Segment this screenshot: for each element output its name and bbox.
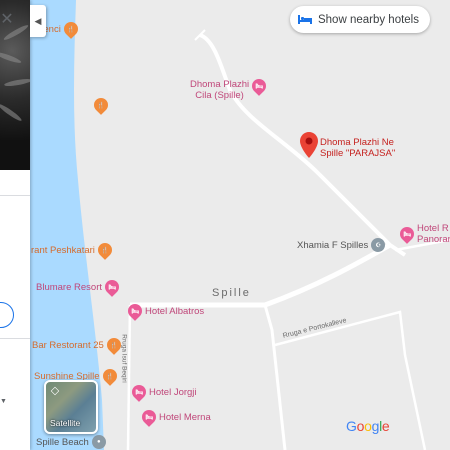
place-details-panel: ✕ ▼ bbox=[0, 0, 30, 450]
hotel-icon: 🛏 bbox=[102, 277, 122, 297]
place-bar-restorant-25[interactable]: Bar Restorant 25 🍴 bbox=[32, 335, 124, 355]
google-logo-letter: o bbox=[356, 418, 365, 434]
side-road bbox=[126, 304, 132, 450]
street-label-isuf-beqiri: Rruga Isuf Beqiri bbox=[120, 334, 128, 383]
restaurant-icon: 🍴 bbox=[95, 240, 115, 260]
restaurant-icon: 🍴 bbox=[99, 366, 120, 386]
place-spille-beach[interactable]: Spille Beach ● bbox=[36, 435, 106, 449]
google-logo-letter: e bbox=[381, 418, 390, 434]
place-label: Bar Restorant 25 bbox=[32, 339, 104, 351]
place-label: rant Peshkatari bbox=[31, 244, 95, 256]
place-label: Hotel Albatros bbox=[145, 305, 205, 317]
close-icon[interactable]: ✕ bbox=[0, 10, 14, 30]
satellite-label: Satellite bbox=[50, 418, 81, 428]
place-label: Spille Beach bbox=[36, 436, 89, 448]
collapse-panel-button[interactable]: ◀ bbox=[30, 5, 46, 37]
selected-place-label[interactable]: Dhoma Plazhi Ne Spille "PARAJSA" bbox=[320, 137, 395, 159]
hotel-icon: 🛏 bbox=[397, 224, 417, 244]
google-logo-letter: G bbox=[346, 418, 357, 434]
place-label: Hotel R Panoran bbox=[417, 223, 450, 245]
place-peshkatari[interactable]: rant Peshkatari 🍴 bbox=[31, 240, 115, 260]
place-hotel-jorgji[interactable]: 🛏 Hotel Jorgji bbox=[129, 382, 197, 402]
place-label: Dhoma Plazhi Cila (Spille) bbox=[190, 79, 250, 101]
chevron-down-icon[interactable]: ▼ bbox=[0, 398, 8, 410]
place-label: Hotel Merna bbox=[159, 411, 211, 423]
place-hotel-albatros[interactable]: 🛏 Hotel Albatros bbox=[125, 301, 205, 321]
place-xhamia-spilles[interactable]: Xhamia F Spilles ☪ bbox=[297, 238, 386, 252]
place-hotel-panorama[interactable]: 🛏 Hotel R Panoran bbox=[397, 223, 450, 245]
place-hotel-merna[interactable]: 🛏 Hotel Merna bbox=[139, 407, 211, 427]
panel-divider bbox=[0, 338, 30, 339]
nearby-label: Show nearby hotels bbox=[317, 13, 419, 26]
restaurant-icon: 🍴 bbox=[60, 19, 81, 39]
restaurant-icon: 🍴 bbox=[103, 335, 124, 355]
selected-place-pin[interactable] bbox=[300, 132, 318, 158]
google-logo: Google bbox=[346, 418, 390, 434]
hotel-icon: 🛏 bbox=[139, 407, 159, 427]
show-nearby-hotels-button[interactable]: Show nearby hotels bbox=[289, 6, 430, 33]
hotel-icon: 🛏 bbox=[125, 301, 145, 321]
hotel-icon: 🛏 bbox=[129, 382, 149, 402]
place-label: Xhamia F Spilles bbox=[297, 239, 369, 251]
panel-divider bbox=[0, 195, 30, 196]
main-road-to-spille bbox=[130, 242, 392, 308]
google-logo-letter: g bbox=[371, 418, 380, 434]
layers-icon bbox=[50, 386, 60, 396]
area-label-spille: Spille bbox=[212, 287, 251, 299]
place-label: Blumare Resort bbox=[36, 281, 102, 293]
satellite-layer-button[interactable]: Satellite bbox=[44, 380, 98, 434]
mosque-icon: ☪ bbox=[371, 238, 386, 252]
village-road-south bbox=[263, 304, 287, 450]
hotel-icon: 🛏 bbox=[249, 76, 270, 96]
bed-icon bbox=[297, 15, 312, 24]
place-blumare-resort[interactable]: Blumare Resort 🛏 bbox=[36, 277, 122, 297]
google-logo-letter: o bbox=[364, 418, 372, 434]
place-dhoma-plazhi-cila[interactable]: Dhoma Plazhi Cila (Spille) 🛏 bbox=[190, 76, 270, 101]
place-label: Hotel Jorgji bbox=[149, 386, 197, 398]
panel-action-button[interactable] bbox=[0, 302, 14, 328]
attraction-icon: ● bbox=[91, 435, 106, 449]
